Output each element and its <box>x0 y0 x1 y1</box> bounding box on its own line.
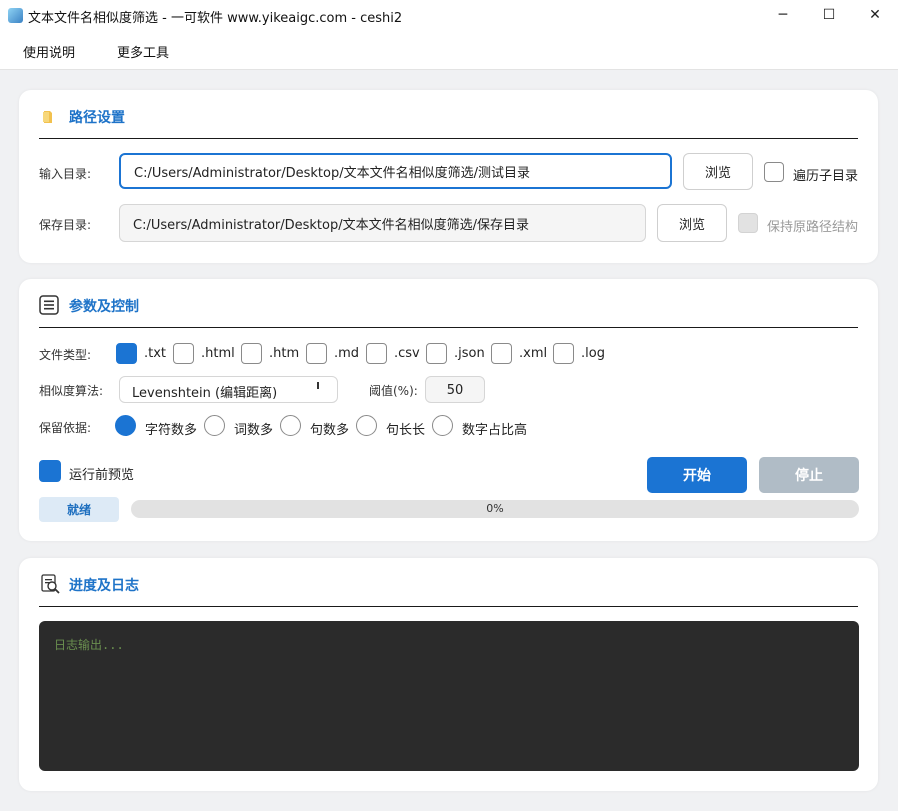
filetype-label: 文件类型: <box>39 348 92 362</box>
preview-checkbox[interactable] <box>39 460 61 482</box>
start-button[interactable]: 开始 <box>647 457 747 493</box>
filetype-json-checkbox[interactable] <box>426 343 447 364</box>
algo-label: 相似度算法: <box>39 384 104 398</box>
keep-chars-radio[interactable] <box>115 415 136 436</box>
browse-input-button[interactable]: 浏览 <box>683 153 753 190</box>
keep-basis-label: 保留依据: <box>39 421 92 435</box>
dropdown-caret-icon <box>317 382 319 389</box>
path-settings-card: 路径设置 输入目录: C:/Users/Administrator/Deskto… <box>19 90 878 263</box>
save-dir-field[interactable]: C:/Users/Administrator/Desktop/文本文件名相似度筛… <box>119 204 646 242</box>
filetype-htm-label: .htm <box>269 346 300 361</box>
keep-structure-checkbox[interactable] <box>738 213 758 233</box>
status-badge: 就绪 <box>39 497 119 522</box>
window-title: 文本文件名相似度筛选 - 一可软件 www.yikeaigc.com - ces… <box>28 11 403 26</box>
menu-more-tools[interactable]: 更多工具 <box>117 42 169 61</box>
list-icon <box>39 295 59 315</box>
divider <box>39 606 858 607</box>
log-placeholder: 日志输出... <box>54 638 124 652</box>
log-output[interactable]: 日志输出... <box>39 621 859 771</box>
menu-help[interactable]: 使用说明 <box>23 42 75 61</box>
filetype-csv-label: .csv <box>394 346 420 361</box>
input-dir-label: 输入目录: <box>39 167 92 181</box>
keep-sentences-radio[interactable] <box>280 415 301 436</box>
menu-bar: 使用说明 更多工具 <box>0 30 898 70</box>
filetype-xml-checkbox[interactable] <box>491 343 512 364</box>
filetype-md-checkbox[interactable] <box>306 343 327 364</box>
log-card: 进度及日志 日志输出... <box>19 558 878 791</box>
progress-text: 0% <box>486 502 504 515</box>
app-icon <box>8 8 23 23</box>
divider <box>39 138 858 139</box>
threshold-input[interactable]: 50 <box>425 376 485 403</box>
filetype-html-label: .html <box>201 346 235 361</box>
keep-digit-ratio-radio[interactable] <box>432 415 453 436</box>
threshold-label: 阈值(%): <box>369 384 418 398</box>
filetype-xml-label: .xml <box>519 346 548 361</box>
params-title: 参数及控制 <box>69 299 139 315</box>
log-search-icon <box>41 574 60 594</box>
save-dir-label: 保存目录: <box>39 218 92 232</box>
keep-chars-label: 字符数多 <box>145 423 198 438</box>
close-button[interactable]: ✕ <box>852 0 898 30</box>
input-dir-field[interactable]: C:/Users/Administrator/Desktop/文本文件名相似度筛… <box>119 153 672 189</box>
filetype-csv-checkbox[interactable] <box>366 343 387 364</box>
filetype-html-checkbox[interactable] <box>173 343 194 364</box>
title-bar: 文本文件名相似度筛选 - 一可软件 www.yikeaigc.com - ces… <box>0 0 898 30</box>
filetype-json-label: .json <box>454 346 485 361</box>
recurse-subdirs-checkbox[interactable] <box>764 162 784 182</box>
preview-label: 运行前预览 <box>69 468 135 483</box>
algo-select-value: Levenshtein (编辑距离) <box>132 386 278 401</box>
filetype-log-label: .log <box>581 346 605 361</box>
keep-sentence-length-label: 句长长 <box>386 423 426 438</box>
recurse-subdirs-label: 遍历子目录 <box>793 169 859 184</box>
keep-structure-label: 保持原路径结构 <box>767 220 859 235</box>
minimize-button[interactable]: ─ <box>760 0 806 30</box>
params-card: 参数及控制 文件类型: .txt .html .htm .md .csv .js… <box>19 279 878 541</box>
filetype-md-label: .md <box>334 346 360 361</box>
keep-digit-ratio-label: 数字占比高 <box>462 423 528 438</box>
path-settings-title: 路径设置 <box>69 110 125 126</box>
browse-save-button[interactable]: 浏览 <box>657 204 727 242</box>
keep-words-label: 词数多 <box>234 423 274 438</box>
log-title: 进度及日志 <box>69 578 139 594</box>
folder-icon <box>43 111 52 123</box>
filetype-txt-label: .txt <box>144 346 167 361</box>
keep-words-radio[interactable] <box>204 415 225 436</box>
filetype-txt-checkbox[interactable] <box>116 343 137 364</box>
divider <box>39 327 858 328</box>
keep-sentence-length-radio[interactable] <box>356 415 377 436</box>
algo-select[interactable]: Levenshtein (编辑距离) <box>119 376 338 403</box>
keep-sentences-label: 句数多 <box>310 423 350 438</box>
filetype-htm-checkbox[interactable] <box>241 343 262 364</box>
maximize-button[interactable]: ☐ <box>806 0 852 30</box>
stop-button[interactable]: 停止 <box>759 457 859 493</box>
progress-bar: 0% <box>131 500 859 518</box>
filetype-log-checkbox[interactable] <box>553 343 574 364</box>
